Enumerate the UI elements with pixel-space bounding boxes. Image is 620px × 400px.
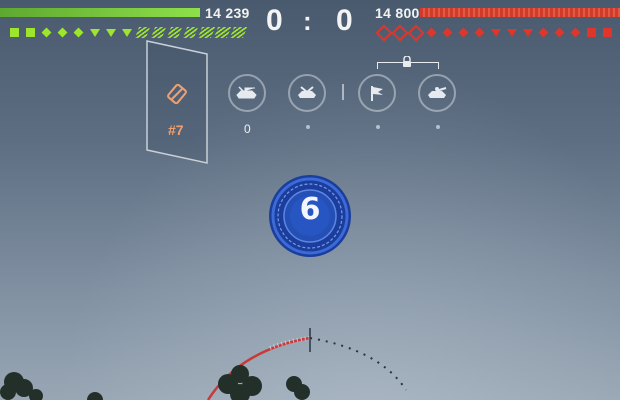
reload-card-icon [167,83,187,105]
vehicle-triangle-icon [521,26,534,39]
vehicle-triangle-icon [120,26,133,39]
vehicle-diamond-icon [425,26,438,39]
vehicle-square-icon [24,26,37,39]
vehicle-diamond-icon [72,26,85,39]
vehicle-hatched-icon [166,26,183,39]
vehicle-triangle-icon [505,26,518,39]
countdown-timer-value: 6 [299,192,321,227]
capture-flag-icon [358,74,396,112]
objective-dot [306,125,310,129]
vehicle-diamond-icon [40,26,53,39]
enemy-team-hp-value: 14 800 [375,5,420,21]
ally-vehicle-list [8,26,248,39]
vehicle-ring-icon [375,24,392,41]
player-rank-panel [146,40,208,164]
vehicle-square-icon [601,26,614,39]
ally-team-hp-bar [0,8,200,17]
destroy-tank-icon [288,74,326,112]
objective-damage-value: 0 [244,122,251,136]
vehicle-diamond-icon [441,26,454,39]
enemy-score: 0 [336,4,353,37]
vehicle-square-icon [8,26,21,39]
vehicle-triangle-icon [489,26,502,39]
damage-tank-icon [228,74,266,112]
vehicle-hatched-icon [134,26,151,39]
vehicle-diamond-icon [569,26,582,39]
vehicle-hatched-double-icon [229,26,248,39]
objective-dot [436,125,440,129]
lock-icon [403,56,411,67]
ally-score: 0 [266,4,283,37]
score-separator: : [303,6,312,36]
vehicle-ring-icon [391,24,408,41]
vehicle-hatched-icon [150,26,167,39]
vehicle-diamond-icon [537,26,550,39]
vehicle-diamond-icon [457,26,470,39]
vehicle-ring-icon [407,24,424,41]
enemy-vehicle-list [375,24,614,41]
vehicle-hatched-double-icon [197,26,216,39]
enemy-team-hp-bar [420,8,620,17]
objective-divider [342,84,344,100]
vehicle-diamond-icon [473,26,486,39]
tree-silhouettes [0,365,310,400]
spot-tank-icon [418,74,456,112]
vehicle-triangle-icon [104,26,117,39]
objective-dot [376,125,380,129]
vehicle-diamond-icon [56,26,69,39]
vehicle-square-icon [585,26,598,39]
vehicle-hatched-icon [182,26,199,39]
vehicle-triangle-icon [88,26,101,39]
player-rank: #7 [168,122,184,138]
vehicle-diamond-icon [553,26,566,39]
vehicle-hatched-double-icon [213,26,232,39]
ally-team-hp-value: 14 239 [205,5,250,21]
